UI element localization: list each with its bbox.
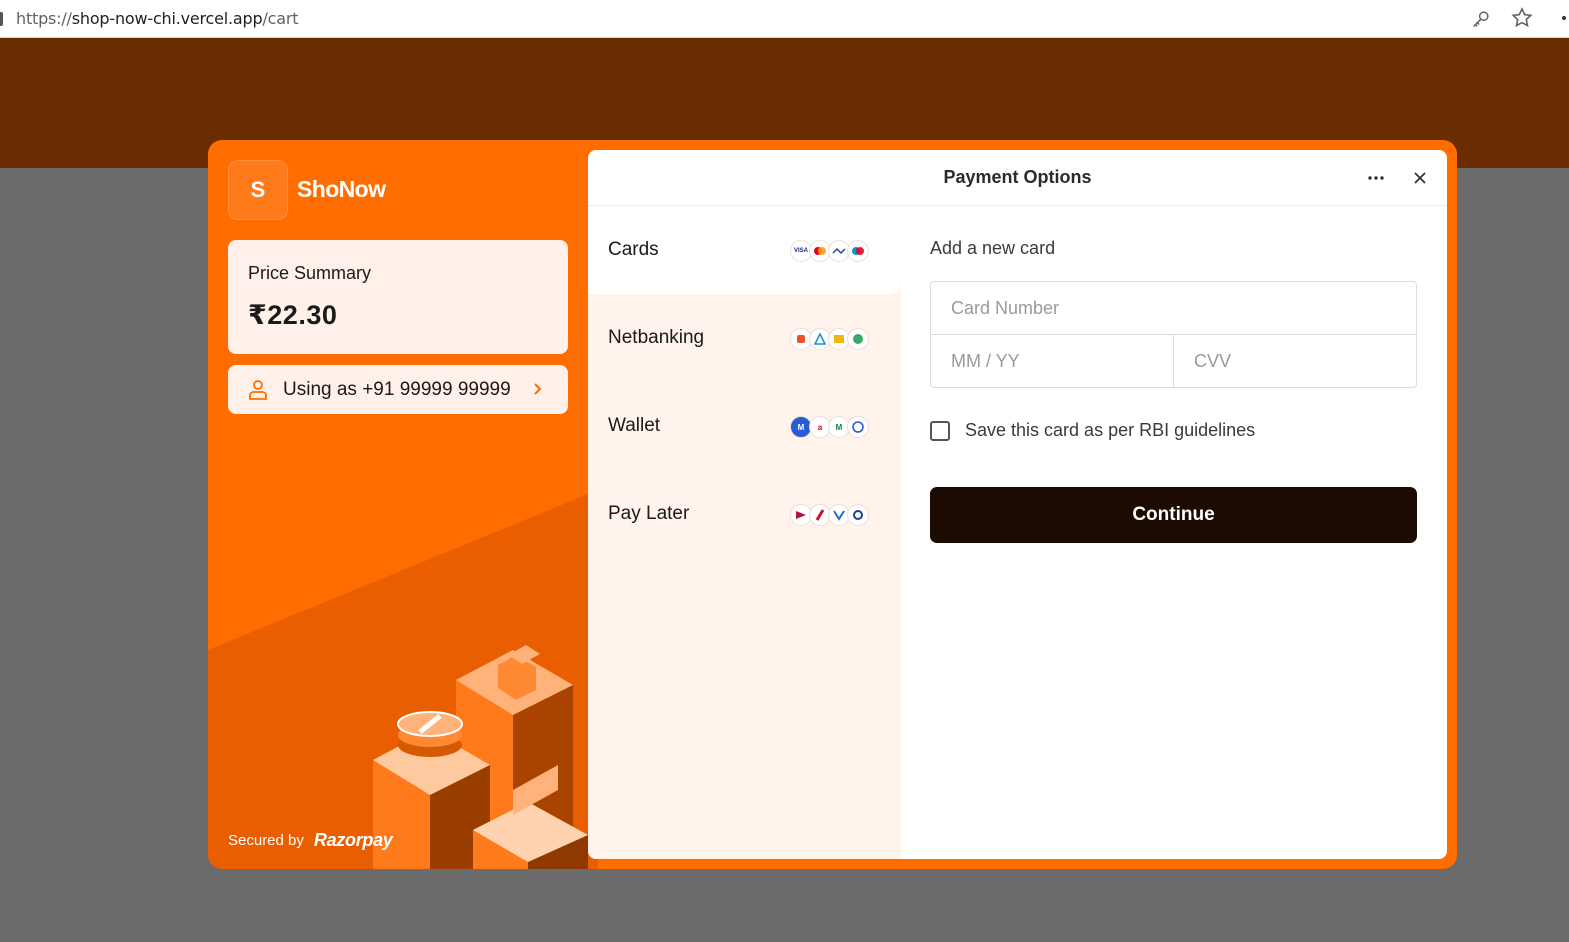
secured-by-label: Secured by (228, 832, 304, 849)
tab-edge (0, 12, 3, 26)
price-amount: ₹22.30 (248, 300, 338, 330)
method-icons (790, 328, 869, 350)
maestro-icon (847, 240, 869, 262)
cvv-input[interactable] (1174, 335, 1416, 387)
cvv-cell (1174, 335, 1416, 387)
method-pay-later[interactable]: Pay Later (588, 470, 901, 558)
method-wallet[interactable]: Wallet M a M (588, 382, 901, 470)
user-contact-button[interactable]: Using as +91 99999 99999 (228, 365, 568, 414)
expiry-input[interactable] (931, 335, 1173, 387)
method-label: Pay Later (608, 503, 690, 524)
bookmark-star-icon[interactable] (1510, 6, 1534, 30)
browser-address-bar[interactable]: https://shop-now-chi.vercel.app/cart (0, 0, 1569, 38)
method-netbanking[interactable]: Netbanking (588, 294, 901, 382)
razorpay-logo: Razorpay (313, 830, 393, 850)
continue-button[interactable]: Continue (930, 487, 1417, 543)
method-cards[interactable]: Cards VISA (588, 206, 901, 294)
method-icons (790, 504, 869, 526)
secured-by-footer: Secured by Razorpay (228, 830, 393, 851)
card-input-group (930, 281, 1417, 388)
card-number-input[interactable] (931, 282, 1416, 334)
save-card-checkbox[interactable] (930, 420, 950, 441)
menu-dot (1562, 16, 1566, 20)
add-card-heading: Add a new card (930, 238, 1056, 258)
method-label: Netbanking (608, 327, 705, 348)
expiry-cell (931, 335, 1174, 387)
merchant-name: ShoNow (297, 176, 386, 202)
method-label: Wallet (608, 415, 661, 436)
bank-4-icon (847, 328, 869, 350)
url-text[interactable]: https://shop-now-chi.vercel.app/cart (16, 9, 299, 28)
price-summary-label: Price Summary (248, 263, 372, 283)
method-icons: VISA (790, 240, 869, 262)
merchant-logo: S (228, 160, 288, 220)
method-icons: M a M (790, 416, 869, 438)
payment-methods-list: Cards VISA Netbanking Wallet M a M Pay L… (588, 206, 901, 859)
panel-header: Payment Options (588, 150, 1447, 206)
more-options-icon[interactable] (1366, 170, 1386, 186)
wallet-shield-icon (847, 416, 869, 438)
card-number-cell (931, 282, 1416, 335)
method-label: Cards (608, 239, 659, 260)
user-contact-text: Using as +91 99999 99999 (283, 379, 511, 400)
close-icon[interactable] (1410, 168, 1430, 188)
key-icon[interactable] (1470, 8, 1492, 30)
checkout-modal: S ShoNow Price Summary ₹22.30 Using as +… (208, 140, 1457, 869)
chevron-right-icon (534, 383, 542, 395)
save-card-row[interactable]: Save this card as per RBI guidelines (930, 420, 1255, 441)
person-icon (249, 380, 267, 400)
panel-title: Payment Options (943, 167, 1092, 187)
paylater-4-icon (847, 504, 869, 526)
price-summary-card: Price Summary ₹22.30 (228, 240, 568, 354)
save-card-label: Save this card as per RBI guidelines (965, 420, 1256, 440)
payment-options-panel: Payment Options Cards VISA Netbanking Wa… (588, 150, 1447, 859)
